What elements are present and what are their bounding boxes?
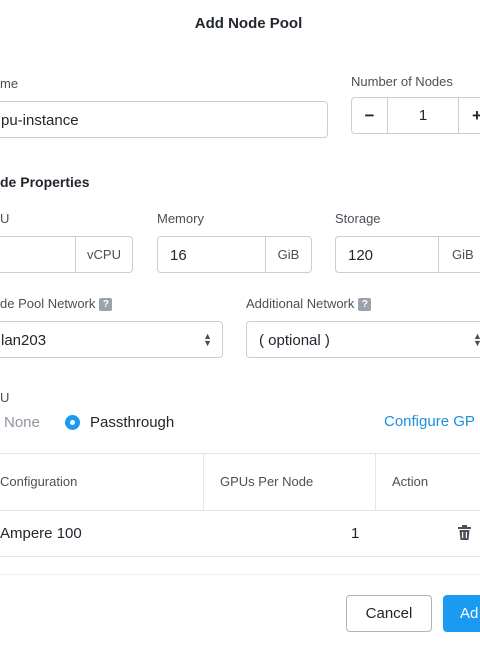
- node-pool-network-label: de Pool Network?: [0, 296, 113, 312]
- row-configuration: Ampere 100: [0, 525, 82, 542]
- radio-selected-icon[interactable]: [65, 415, 80, 430]
- table-top-border: [0, 453, 480, 454]
- cpu-input[interactable]: vCPU: [0, 236, 133, 273]
- nodes-value[interactable]: 1: [388, 107, 458, 124]
- column-divider: [375, 453, 376, 510]
- footer-divider: [0, 574, 480, 575]
- select-arrows-icon: ▲ ▼: [203, 331, 212, 348]
- memory-unit: GiB: [265, 237, 311, 272]
- cpu-label: U: [0, 211, 10, 226]
- add-button[interactable]: Ad: [443, 595, 480, 632]
- gpu-option-none[interactable]: None: [4, 414, 40, 431]
- additional-network-select[interactable]: ( optional ) ▲ ▼: [246, 321, 480, 358]
- decrement-button[interactable]: −: [352, 98, 387, 133]
- configure-gpu-link[interactable]: Configure GP: [384, 413, 475, 430]
- storage-label: Storage: [335, 211, 381, 226]
- nodes-stepper[interactable]: − 1 +: [351, 97, 480, 134]
- gpu-label: U: [0, 390, 10, 405]
- row-gpus-per-node: 1: [351, 525, 360, 542]
- node-pool-network-value: lan203: [1, 332, 47, 349]
- name-label: me: [0, 76, 19, 91]
- cpu-unit: vCPU: [75, 237, 132, 272]
- cancel-button[interactable]: Cancel: [346, 595, 432, 632]
- select-arrows-icon: ▲ ▼: [473, 331, 480, 348]
- node-pool-network-label-text: de Pool Network: [0, 296, 96, 311]
- column-header-configuration: Configuration: [0, 474, 78, 489]
- radio-dot-icon: [70, 420, 75, 425]
- additional-network-label: Additional Network?: [246, 296, 372, 312]
- storage-input[interactable]: 120 GiB: [335, 236, 480, 273]
- table-bottom-border: [0, 556, 480, 557]
- node-properties-heading: de Properties: [0, 174, 90, 190]
- name-input-value: pu-instance: [1, 112, 79, 129]
- node-pool-network-select[interactable]: lan203 ▲ ▼: [0, 321, 223, 358]
- column-header-action: Action: [392, 474, 429, 489]
- column-header-gpus-per-node: GPUs Per Node: [220, 474, 314, 489]
- dialog-title: Add Node Pool: [194, 15, 303, 32]
- help-icon[interactable]: ?: [358, 298, 372, 312]
- storage-input-value: 120: [348, 247, 374, 264]
- number-of-nodes-label: Number of Nodes: [351, 74, 453, 89]
- table-row: Ampere 100 1: [0, 511, 480, 556]
- increment-button[interactable]: +: [459, 98, 480, 133]
- additional-network-label-text: Additional Network: [246, 296, 355, 311]
- memory-label: Memory: [157, 211, 204, 226]
- help-icon[interactable]: ?: [99, 298, 113, 312]
- gpu-option-passthrough[interactable]: Passthrough: [90, 414, 174, 431]
- memory-input-value: 16: [170, 247, 187, 264]
- trash-icon[interactable]: [458, 525, 471, 540]
- memory-input[interactable]: 16 GiB: [157, 236, 312, 273]
- storage-unit: GiB: [438, 237, 480, 272]
- additional-network-value: ( optional ): [259, 332, 330, 349]
- column-divider: [203, 453, 204, 510]
- name-input[interactable]: pu-instance: [0, 101, 328, 138]
